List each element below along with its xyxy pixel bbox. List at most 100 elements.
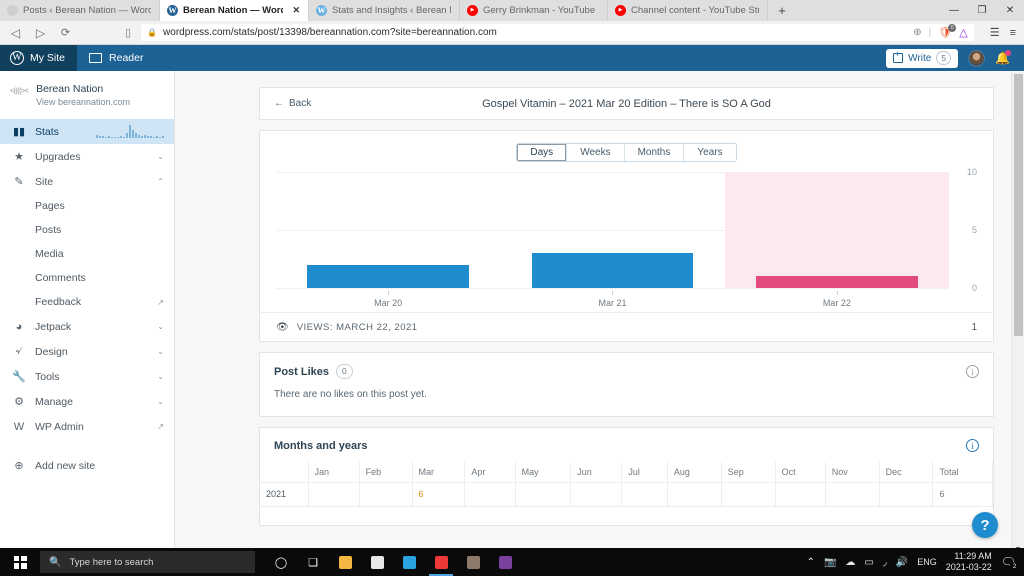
browser-tab-2[interactable]: W Stats and Insights ‹ Berean Nation — xyxy=(309,0,460,21)
browser-tab-0[interactable]: Posts ‹ Berean Nation — WordPress xyxy=(0,0,160,21)
tab-weeks[interactable]: Weeks xyxy=(567,144,625,161)
sidebar-item-posts[interactable]: Posts xyxy=(0,218,174,242)
dictionary-icon[interactable] xyxy=(457,548,489,576)
avatar[interactable] xyxy=(968,49,986,67)
bookmark-icon[interactable]: ▯ xyxy=(125,26,131,39)
new-tab-button[interactable]: + xyxy=(768,0,796,21)
chart-bar-group[interactable] xyxy=(724,172,949,288)
file-explorer-icon[interactable] xyxy=(329,548,361,576)
triangle-extension-icon[interactable]: △ xyxy=(959,26,967,39)
post-likes-header: Post Likes 0 i xyxy=(260,353,993,389)
views-bar-chart: 10 5 0 Mar 20 Mar 21 Mar 22 xyxy=(276,167,977,312)
bell-icon[interactable]: 🔔 xyxy=(995,50,1011,65)
table-column-header: Oct xyxy=(774,462,826,483)
microsoft-store-icon[interactable] xyxy=(361,548,393,576)
help-button[interactable]: ? xyxy=(972,512,998,538)
chart-bar-group[interactable] xyxy=(500,172,724,288)
browser-tab-1[interactable]: W Berean Nation — WordPress.com ✕ xyxy=(160,0,309,21)
table-column-header: Jun xyxy=(570,462,623,483)
screen: Posts ‹ Berean Nation — WordPress W Bere… xyxy=(0,0,1024,576)
volume-icon[interactable]: 🔊 xyxy=(896,557,908,568)
table-cell-total[interactable]: 6 xyxy=(932,481,993,507)
camera-icon[interactable]: 📷 xyxy=(824,557,836,568)
write-button[interactable]: Write 5 xyxy=(886,48,959,68)
sidebar-item-jetpack[interactable]: ◕ Jetpack ⌄ xyxy=(0,314,174,339)
tab-months[interactable]: Months xyxy=(624,144,685,161)
sidebar-item-media[interactable]: Media xyxy=(0,242,174,266)
start-button[interactable] xyxy=(0,555,40,569)
shield-extension-icon[interactable]: 🛡 0 xyxy=(938,24,957,39)
tab-days[interactable]: Days xyxy=(517,144,568,161)
page-scrollbar[interactable]: ▼ xyxy=(1011,72,1024,553)
info-icon[interactable]: i xyxy=(966,365,979,378)
period-tabs: Days Weeks Months Years xyxy=(260,143,993,162)
table-column-header: Apr xyxy=(464,462,516,483)
info-icon[interactable]: i xyxy=(966,439,979,452)
chart-bar[interactable] xyxy=(531,253,694,288)
action-center-icon[interactable]: 🗨 2 xyxy=(1001,555,1019,571)
tray-chevron-icon[interactable]: ⌃ xyxy=(807,557,815,568)
taskbar-search-input[interactable]: 🔍 Type here to search xyxy=(40,551,255,573)
sidebar-item-manage[interactable]: ⚙ Manage ⌄ xyxy=(0,389,174,414)
panel-icon[interactable]: ☰ xyxy=(990,26,1000,39)
reload-icon[interactable]: ⟳ xyxy=(58,26,73,39)
language-indicator[interactable]: ENG xyxy=(917,557,937,567)
my-site-button[interactable]: W My Site xyxy=(0,45,78,71)
chevron-up-icon: ⌃ xyxy=(157,177,164,186)
views-summary-row: 👁 VIEWS: MARCH 22, 2021 1 xyxy=(260,312,993,341)
scrollbar-thumb[interactable] xyxy=(1014,74,1023,336)
table-column-header: Jul xyxy=(621,462,668,483)
browser-tab-strip: Posts ‹ Berean Nation — WordPress W Bere… xyxy=(0,0,1024,21)
sidebar-item-pages[interactable]: Pages xyxy=(0,194,174,218)
star-icon: ★ xyxy=(14,151,24,163)
close-icon[interactable]: ✕ xyxy=(292,5,300,16)
x-axis-tick: Mar 22 xyxy=(725,291,949,308)
back-label: Back xyxy=(289,98,312,109)
tab-years[interactable]: Years xyxy=(684,144,736,161)
battery-icon[interactable]: ▭ xyxy=(864,557,873,568)
reader-button[interactable]: Reader xyxy=(77,45,155,71)
forward-icon[interactable]: ▷ xyxy=(33,26,48,40)
menu-icon[interactable]: ≡ xyxy=(1010,27,1016,39)
onenote-icon[interactable] xyxy=(489,548,521,576)
sidebar-item-feedback[interactable]: Feedback ↗ xyxy=(0,290,174,314)
back-button[interactable]: ← Back xyxy=(274,98,311,109)
close-window-button[interactable]: ✕ xyxy=(996,0,1024,21)
chart-bar[interactable] xyxy=(756,276,918,288)
add-new-site-button[interactable]: ⊕ Add new site xyxy=(0,453,174,478)
clock[interactable]: 11:29 AM 2021-03-22 xyxy=(946,551,992,573)
vivaldi-icon[interactable] xyxy=(425,548,457,576)
sidebar-item-label: Site xyxy=(35,175,54,188)
plus-circle-icon: ⊕ xyxy=(14,460,24,472)
wifi-icon[interactable]: ◞ xyxy=(883,557,887,568)
zoom-icon[interactable]: ⊕ xyxy=(913,27,921,38)
onedrive-icon[interactable]: ☁ xyxy=(845,557,855,568)
table-cell-month[interactable]: 6 xyxy=(411,481,466,507)
cortana-icon[interactable]: ◯ xyxy=(265,548,297,576)
sidebar-item-stats[interactable]: ▮▮ Stats xyxy=(0,119,174,144)
maximize-button[interactable]: ❐ xyxy=(968,0,996,21)
chart-bar-group[interactable] xyxy=(276,172,500,288)
wrench-icon: 🔧 xyxy=(12,371,26,383)
task-view-icon[interactable]: ❑ xyxy=(297,548,329,576)
minimize-button[interactable]: — xyxy=(940,0,968,21)
sidebar-item-comments[interactable]: Comments xyxy=(0,266,174,290)
browser-tab-4[interactable]: Channel content - YouTube Studio xyxy=(608,0,768,21)
sidebar-item-upgrades[interactable]: ★ Upgrades ⌄ xyxy=(0,144,174,169)
sidebar-item-wp-admin[interactable]: W WP Admin ↗ xyxy=(0,414,174,439)
back-icon[interactable]: ◁ xyxy=(8,26,23,40)
clock-time: 11:29 AM xyxy=(954,551,992,561)
url-input[interactable]: 🔒 wordpress.com/stats/post/13398/bereann… xyxy=(141,24,974,41)
add-new-site-label: Add new site xyxy=(35,459,96,472)
browser-tab-3[interactable]: Gerry Brinkman - YouTube xyxy=(460,0,608,21)
pencil-icon: ✎ xyxy=(14,176,24,188)
chart-bar[interactable] xyxy=(307,264,469,288)
sidebar-item-site[interactable]: ✎ Site ⌃ xyxy=(0,169,174,194)
site-header[interactable]: <((((>< Berean Nation View bereannation.… xyxy=(0,78,174,119)
months-and-years-header: Months and years i xyxy=(260,428,993,462)
table-cell-month xyxy=(621,481,668,507)
gear-icon: ⚙ xyxy=(14,396,24,408)
mail-icon[interactable] xyxy=(393,548,425,576)
sidebar-item-tools[interactable]: 🔧 Tools ⌄ xyxy=(0,364,174,389)
sidebar-item-design[interactable]: ৵ Design ⌄ xyxy=(0,339,174,364)
